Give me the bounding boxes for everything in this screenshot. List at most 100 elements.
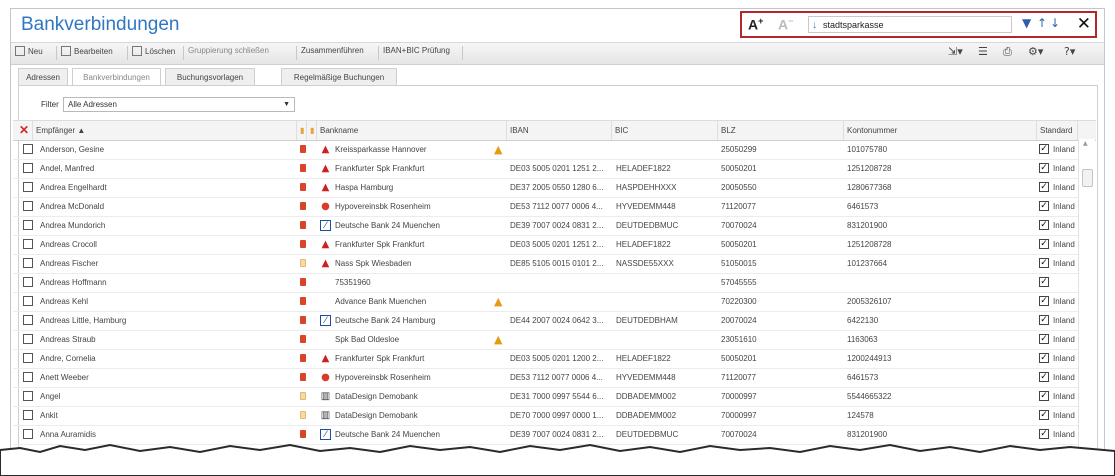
table-row[interactable]: Andrea Mundorich ⁄ Deutsche Bank 24 Muench…: [13, 216, 1078, 236]
account-cell: 1251208728: [847, 164, 892, 173]
col-lock-icon[interactable]: ▮: [297, 121, 307, 140]
table-row[interactable]: Andrea McDonald ● Hypovereinsbk Rosenheim D…: [13, 197, 1078, 217]
standard-checkbox[interactable]: ✓: [1039, 315, 1049, 325]
recipient-cell: Ankit: [40, 411, 58, 420]
iban-cell: DE31 7000 0997 5544 6...: [510, 392, 604, 401]
row-select-checkbox[interactable]: [23, 182, 33, 192]
table-row[interactable]: Andreas Hoffmann 75351960 57045555 ✓: [13, 273, 1078, 293]
clear-selection-icon[interactable]: ✕: [13, 121, 33, 140]
col-account[interactable]: Kontonummer: [844, 121, 1037, 140]
table-row[interactable]: Anett Weeber ● Hypovereinsbk Rosenheim DE53…: [13, 368, 1078, 388]
standard-checkbox[interactable]: ✓: [1039, 163, 1049, 173]
table-row[interactable]: Angel ▥ DataDesign Demobank DE31 7000 0997 …: [13, 387, 1078, 407]
row-select-checkbox[interactable]: [23, 201, 33, 211]
lock-icon: [300, 259, 306, 267]
iban-cell: DE03 5005 0201 1251 2...: [510, 164, 604, 173]
sort-asc-icon[interactable]: ↑: [1037, 16, 1047, 30]
table-row[interactable]: Andreas Kehl Advance Bank Muenchen ▲ 702203…: [13, 292, 1078, 312]
row-select-checkbox[interactable]: [23, 277, 33, 287]
filter-select[interactable]: Alle Adressen ▼: [63, 97, 295, 112]
standard-checkbox[interactable]: ✓: [1039, 220, 1049, 230]
standard-checkbox[interactable]: ✓: [1039, 391, 1049, 401]
standard-checkbox[interactable]: ✓: [1039, 258, 1049, 268]
standard-checkbox[interactable]: ✓: [1039, 201, 1049, 211]
table-row[interactable]: Andel, Manfred ▲ Frankfurter Spk Frankfurt…: [13, 159, 1078, 179]
row-select-checkbox[interactable]: [23, 429, 33, 439]
row-select-checkbox[interactable]: [23, 258, 33, 268]
row-select-checkbox[interactable]: [23, 296, 33, 306]
close-icon[interactable]: ✕: [1077, 14, 1091, 34]
iban-check-button[interactable]: IBAN+BIC Prüfung: [383, 46, 450, 55]
lock-icon: [300, 430, 306, 438]
row-select-checkbox[interactable]: [23, 391, 33, 401]
export-icon[interactable]: ⇲▾: [948, 45, 963, 58]
gear-icon[interactable]: ⚙▾: [1028, 45, 1043, 58]
bank-bank-icon: ▥: [320, 391, 331, 402]
row-select-checkbox[interactable]: [23, 315, 33, 325]
standard-checkbox[interactable]: ✓: [1039, 410, 1049, 420]
merge-button[interactable]: Zusammenführen: [301, 46, 364, 55]
standard-checkbox[interactable]: ✓: [1039, 182, 1049, 192]
help-icon[interactable]: ?▾: [1064, 45, 1075, 58]
standard-checkbox[interactable]: ✓: [1039, 239, 1049, 249]
row-select-checkbox[interactable]: [23, 334, 33, 344]
col-lock2-icon[interactable]: ▮: [307, 121, 317, 140]
row-select-checkbox[interactable]: [23, 144, 33, 154]
bankname-cell: 75351960: [335, 278, 371, 287]
table-row[interactable]: Andreas Little, Hamburg ⁄ Deutsche Bank 24…: [13, 311, 1078, 331]
standard-checkbox[interactable]: ✓: [1039, 353, 1049, 363]
font-decrease-button[interactable]: A−: [778, 16, 793, 33]
col-blz[interactable]: BLZ: [718, 121, 844, 140]
iban-cell: DE85 5105 0015 0101 2...: [510, 259, 604, 268]
standard-checkbox[interactable]: ✓: [1039, 334, 1049, 344]
row-select-checkbox[interactable]: [23, 163, 33, 173]
columns-icon[interactable]: ☰: [978, 45, 988, 58]
recipient-cell: Andreas Hoffmann: [40, 278, 107, 287]
tab-adressen[interactable]: Adressen: [18, 68, 68, 85]
tab-bankverbindungen[interactable]: Bankverbindungen: [72, 68, 161, 85]
scroll-up-icon[interactable]: ▲: [1083, 140, 1088, 147]
table-row[interactable]: Andre, Cornelia ▲ Frankfurter Spk Frankfur…: [13, 349, 1078, 369]
standard-checkbox[interactable]: ✓: [1039, 296, 1049, 306]
table-row[interactable]: Ankit ▥ DataDesign Demobank DE70 7000 0997 …: [13, 406, 1078, 426]
table-row[interactable]: Andreas Crocoll ▲ Frankfurter Spk Frankfur…: [13, 235, 1078, 255]
col-recipient[interactable]: Empfänger ▲: [33, 121, 297, 140]
scroll-thumb[interactable]: [1082, 169, 1093, 187]
col-bic[interactable]: BIC: [612, 121, 718, 140]
ungroup-button[interactable]: Gruppierung schließen: [188, 46, 269, 55]
edit-button[interactable]: Bearbeiten: [61, 46, 113, 56]
filter-icon[interactable]: ▼: [1022, 16, 1031, 30]
vertical-scrollbar[interactable]: ▲: [1078, 139, 1095, 450]
bankname-cell: Haspa Hamburg: [335, 183, 394, 192]
col-bankname[interactable]: Bankname: [317, 121, 507, 140]
row-select-checkbox[interactable]: [23, 239, 33, 249]
row-select-checkbox[interactable]: [23, 220, 33, 230]
row-select-checkbox[interactable]: [23, 353, 33, 363]
standard-checkbox[interactable]: ✓: [1039, 144, 1049, 154]
table-row[interactable]: Anderson, Gesine ▲ Kreissparkasse Hannover…: [13, 140, 1078, 160]
account-cell: 1163063: [847, 335, 878, 344]
table-row[interactable]: Andreas Straub Spk Bad Oldesloe ▲ 23051610 1…: [13, 330, 1078, 350]
col-iban[interactable]: IBAN: [507, 121, 612, 140]
standard-checkbox[interactable]: ✓: [1039, 372, 1049, 382]
standard-checkbox[interactable]: ✓: [1039, 277, 1049, 287]
blz-cell: 50050201: [721, 354, 757, 363]
sort-desc-icon[interactable]: ↓: [1050, 16, 1060, 30]
iban-cell: DE70 7000 0997 0000 1...: [510, 411, 604, 420]
col-standard[interactable]: Standard: [1037, 121, 1078, 140]
print-icon[interactable]: ⎙: [1003, 45, 1012, 59]
account-cell: [847, 273, 1032, 292]
tab-buchungsvorlagen[interactable]: Buchungsvorlagen: [165, 68, 255, 85]
tab-regelmaessige-buchungen[interactable]: Regelmäßige Buchungen: [281, 68, 397, 85]
row-select-checkbox[interactable]: [23, 410, 33, 420]
standard-checkbox[interactable]: ✓: [1039, 429, 1049, 439]
row-select-checkbox[interactable]: [23, 372, 33, 382]
font-increase-button[interactable]: A+: [748, 16, 763, 33]
account-cell: 1280677368: [847, 183, 892, 192]
table-row[interactable]: Andrea Engelhardt ▲ Haspa Hamburg DE37 2005…: [13, 178, 1078, 198]
new-button[interactable]: Neu: [15, 46, 43, 56]
table-row[interactable]: Andreas Fischer ▲ Nass Spk Wiesbaden DE85 5…: [13, 254, 1078, 274]
search-input[interactable]: ↓ stadtsparkasse: [808, 16, 1012, 33]
lock-icon: [300, 335, 306, 343]
delete-button[interactable]: Löschen: [132, 46, 175, 56]
